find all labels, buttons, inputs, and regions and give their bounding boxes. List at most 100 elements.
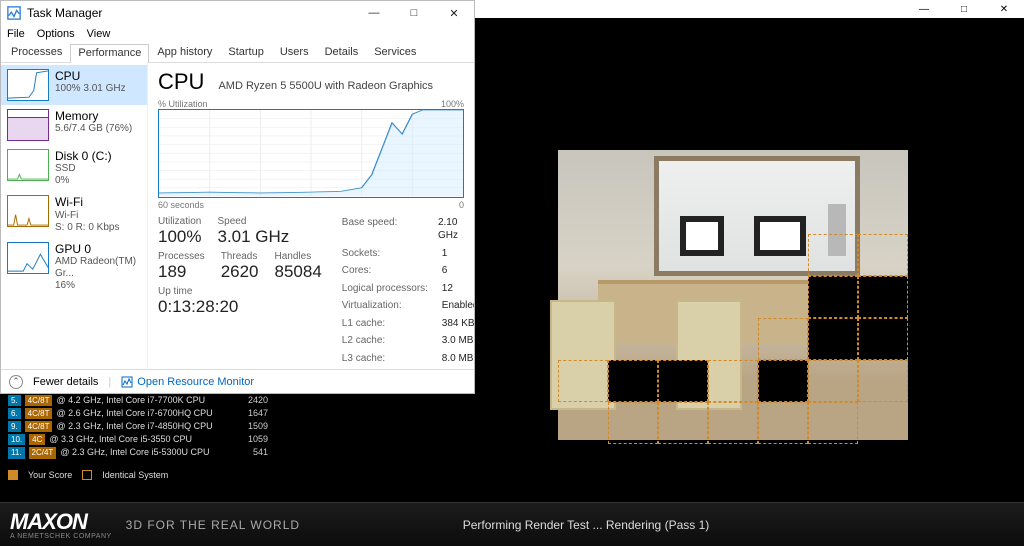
ranking-row[interactable]: 9.4C/8T@ 2.3 GHz, Intel Core i7-4850HQ C…: [8, 420, 268, 433]
ranking-row[interactable]: 6.4C/8T@ 2.6 GHz, Intel Core i7-6700HQ C…: [8, 407, 268, 420]
tab-users[interactable]: Users: [272, 43, 317, 62]
stat-utilization: 100%: [158, 227, 201, 247]
render-bucket: [858, 276, 908, 318]
detail-row: Virtualization:Enabled: [342, 299, 474, 313]
stat-speed: 3.01 GHz: [217, 227, 289, 247]
legend-swatch-identical: [82, 470, 92, 480]
stat-uptime: 0:13:28:20: [158, 297, 322, 317]
render-bucket: [858, 234, 908, 276]
tab-performance[interactable]: Performance: [70, 44, 149, 63]
menu-bar: File Options View: [1, 25, 474, 43]
sidebar-item-memory[interactable]: Memory5.6/7.4 GB (76%): [1, 105, 147, 145]
render-bucket: [758, 360, 808, 402]
render-bucket: [708, 360, 758, 402]
scene-picture-frame: [680, 216, 724, 256]
render-bucket: [558, 360, 608, 402]
main-title: CPU: [158, 69, 204, 95]
menu-file[interactable]: File: [7, 28, 25, 40]
chevron-up-icon[interactable]: ⌃: [9, 375, 23, 389]
gpu-thumb-graph: [7, 242, 49, 274]
maxon-footer: MAXON A NEMETSCHEK COMPANY 3D FOR THE RE…: [0, 502, 1024, 546]
render-bucket: [608, 360, 658, 402]
outer-maximize-button[interactable]: □: [944, 0, 984, 18]
main-panel: CPU AMD Ryzen 5 5500U with Radeon Graphi…: [148, 63, 474, 369]
ranking-row[interactable]: 11.2C/4T@ 2.3 GHz, Intel Core i5-5300U C…: [8, 446, 268, 459]
maximize-button[interactable]: □: [394, 1, 434, 25]
tab-app-history[interactable]: App history: [149, 43, 220, 62]
tab-services[interactable]: Services: [366, 43, 424, 62]
sidebar-item-wifi[interactable]: Wi-FiWi-FiS: 0 R: 0 Kbps: [1, 191, 147, 237]
y-axis-label: % Utilization: [158, 99, 208, 109]
maxon-subtitle: A NEMETSCHEK COMPANY: [10, 533, 112, 540]
cinebench-ranking-list: 5.4C/8T@ 4.2 GHz, Intel Core i7-7700K CP…: [8, 394, 268, 459]
ranking-row[interactable]: 5.4C/8T@ 4.2 GHz, Intel Core i7-7700K CP…: [8, 394, 268, 407]
tab-bar: Processes Performance App history Startu…: [1, 43, 474, 63]
render-bucket: [708, 402, 758, 444]
sidebar-item-disk[interactable]: Disk 0 (C:)SSD0%: [1, 145, 147, 191]
tab-startup[interactable]: Startup: [220, 43, 271, 62]
cpu-utilization-chart[interactable]: [158, 109, 464, 198]
sidebar-item-label: Wi-Fi: [55, 195, 119, 209]
render-bucket: [808, 402, 858, 444]
detail-row: L1 cache:384 KB: [342, 317, 474, 331]
stat-processes: 189: [158, 262, 205, 282]
render-bucket: [858, 318, 908, 360]
sidebar-item-label: Memory: [55, 109, 132, 123]
render-bucket: [808, 276, 858, 318]
detail-row: L2 cache:3.0 MB: [342, 334, 474, 348]
render-bucket: [758, 402, 808, 444]
render-bucket: [658, 402, 708, 444]
detail-row: Base speed:2.10 GHz: [342, 216, 474, 243]
resource-monitor-icon: [121, 376, 133, 388]
close-button[interactable]: ✕: [434, 1, 474, 25]
task-manager-window: Task Manager — □ ✕ File Options View Pro…: [0, 0, 475, 394]
ranking-row[interactable]: 10.4C@ 3.3 GHz, Intel Core i5-3550 CPU10…: [8, 433, 268, 446]
menu-options[interactable]: Options: [37, 28, 75, 40]
render-bucket: [758, 318, 808, 360]
cpu-model: AMD Ryzen 5 5500U with Radeon Graphics: [218, 80, 433, 92]
footer: ⌃ Fewer details | Open Resource Monitor: [1, 369, 474, 393]
minimize-button[interactable]: —: [354, 1, 394, 25]
window-title: Task Manager: [27, 6, 102, 20]
cpu-thumb-graph: [7, 69, 49, 101]
task-manager-icon: [7, 6, 21, 20]
render-bucket: [808, 360, 858, 402]
cinebench-legend: Your Score Identical System: [8, 470, 168, 480]
sidebar-item-label: CPU: [55, 69, 126, 83]
render-bucket: [658, 360, 708, 402]
maxon-tagline: 3D FOR THE REAL WORLD: [126, 518, 300, 532]
fewer-details-link[interactable]: Fewer details: [33, 376, 98, 388]
outer-close-button[interactable]: ✕: [984, 0, 1024, 18]
detail-row: Logical processors:12: [342, 282, 474, 296]
tab-processes[interactable]: Processes: [3, 43, 70, 62]
titlebar[interactable]: Task Manager — □ ✕: [1, 1, 474, 25]
render-bucket: [858, 360, 908, 402]
sidebar-item-cpu[interactable]: CPU100% 3.01 GHz: [1, 65, 147, 105]
sidebar-item-label: GPU 0: [55, 242, 141, 256]
detail-row: L3 cache:8.0 MB: [342, 352, 474, 366]
render-bucket: [808, 234, 858, 276]
disk-thumb-graph: [7, 149, 49, 181]
stat-handles: 85084: [275, 262, 322, 282]
outer-minimize-button[interactable]: —: [904, 0, 944, 18]
scene-picture-frame: [754, 216, 806, 256]
cpu-details: Base speed:2.10 GHzSockets:1Cores:6Logic…: [342, 216, 474, 366]
maxon-logo: MAXON: [10, 509, 112, 535]
stat-threads: 2620: [221, 262, 259, 282]
legend-swatch-your: [8, 470, 18, 480]
sidebar-item-gpu[interactable]: GPU 0AMD Radeon(TM) Gr...16%: [1, 238, 147, 296]
render-status: Performing Render Test ... Rendering (Pa…: [463, 518, 710, 532]
render-bucket: [808, 318, 858, 360]
render-bucket: [608, 402, 658, 444]
x-axis-right: 0: [459, 200, 464, 210]
menu-view[interactable]: View: [87, 28, 111, 40]
open-resource-monitor-link[interactable]: Open Resource Monitor: [121, 376, 254, 388]
memory-thumb-graph: [7, 109, 49, 141]
wifi-thumb-graph: [7, 195, 49, 227]
cinebench-render-viewport: [558, 150, 908, 440]
x-axis-left: 60 seconds: [158, 200, 204, 210]
detail-row: Cores:6: [342, 264, 474, 278]
sidebar-item-label: Disk 0 (C:): [55, 149, 112, 163]
tab-details[interactable]: Details: [317, 43, 367, 62]
y-axis-max: 100%: [441, 99, 464, 109]
